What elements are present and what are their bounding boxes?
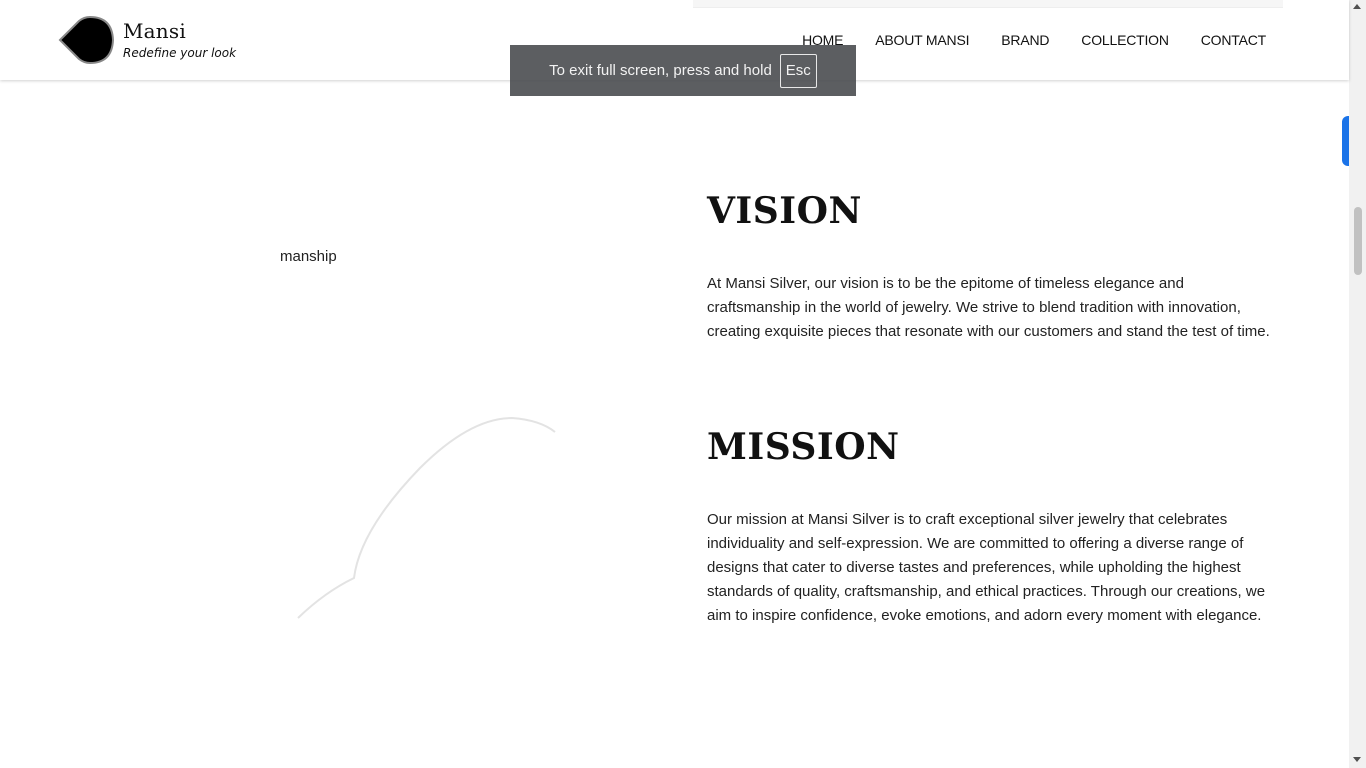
brand-tagline: Redefine your look bbox=[123, 46, 237, 60]
nav-item-contact[interactable]: CONTACT bbox=[1201, 32, 1266, 48]
fullscreen-notice-text: To exit full screen, press and hold bbox=[549, 62, 772, 79]
drop-logo-icon[interactable] bbox=[57, 15, 115, 65]
esc-key-badge: Esc bbox=[779, 53, 817, 88]
mission-heading: MISSION bbox=[707, 426, 900, 468]
vision-text: At Mansi Silver, our vision is to be the… bbox=[707, 275, 1270, 340]
left-text-fragment: manship bbox=[280, 248, 337, 265]
main-nav: HOME ABOUT MANSI BRAND COLLECTION CONTAC… bbox=[802, 32, 1266, 48]
side-feedback-tab[interactable] bbox=[1342, 116, 1349, 166]
nav-item-collection[interactable]: COLLECTION bbox=[1081, 32, 1169, 48]
scroll-up-icon[interactable] bbox=[1353, 4, 1361, 9]
page-scrollbar[interactable] bbox=[1349, 0, 1366, 768]
header-strip bbox=[693, 0, 1283, 8]
fullscreen-notice: To exit full screen, press and hold Esc bbox=[510, 45, 856, 96]
vision-heading: VISION bbox=[707, 190, 862, 232]
scroll-thumb[interactable] bbox=[1354, 207, 1362, 275]
nav-item-about[interactable]: ABOUT MANSI bbox=[875, 32, 969, 48]
brand-name[interactable]: Mansi bbox=[123, 19, 186, 43]
scroll-down-icon[interactable] bbox=[1353, 757, 1361, 762]
nav-item-brand[interactable]: BRAND bbox=[1001, 32, 1049, 48]
decorative-curve bbox=[297, 416, 556, 619]
mission-text: Our mission at Mansi Silver is to craft … bbox=[707, 511, 1266, 624]
page: Mansi Redefine your look HOME ABOUT MANS… bbox=[0, 0, 1366, 768]
